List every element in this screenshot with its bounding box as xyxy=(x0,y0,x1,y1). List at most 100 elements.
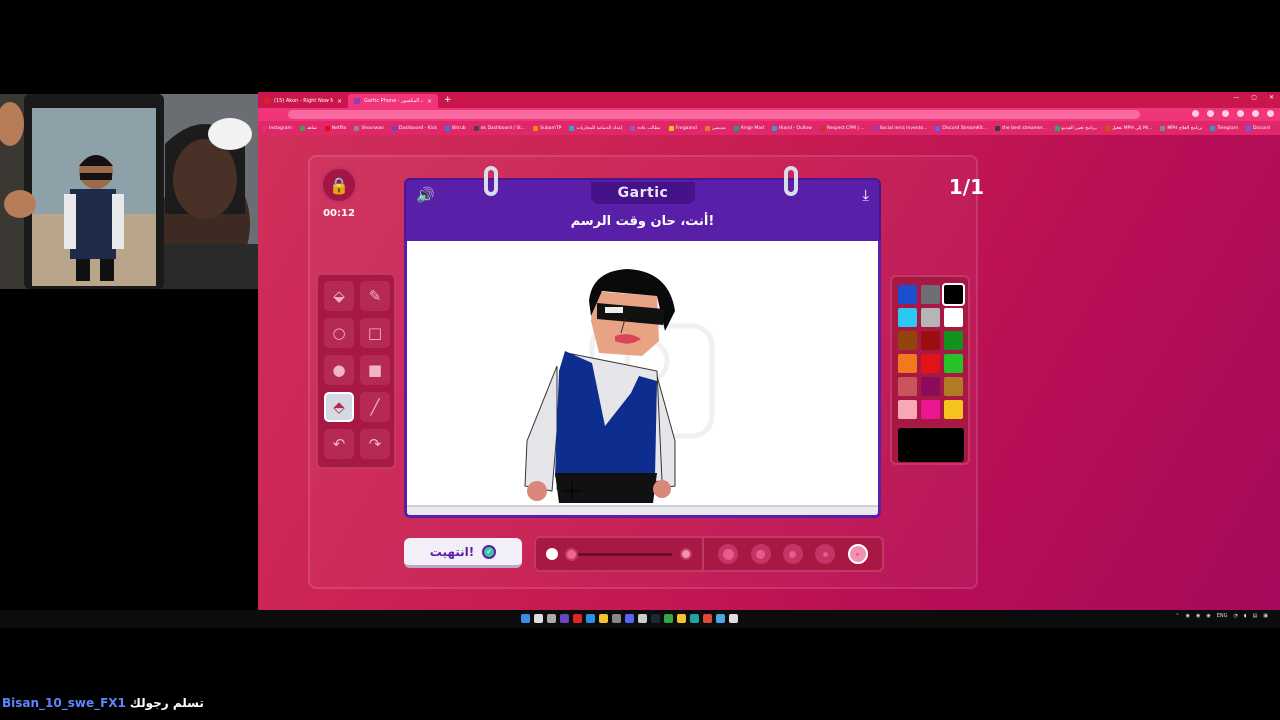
tool-rect-outline[interactable]: □ xyxy=(360,318,390,348)
task-view-icon[interactable] xyxy=(547,614,556,623)
slider-handle[interactable] xyxy=(565,547,579,561)
brush-size-option[interactable] xyxy=(750,544,771,564)
bookmark-item[interactable]: Arrge Mad xyxy=(732,125,766,131)
bookmark-item[interactable]: ok Dashboard / St... xyxy=(472,125,528,131)
close-icon[interactable]: × xyxy=(427,98,432,105)
color-swatch[interactable] xyxy=(943,354,963,373)
search-icon[interactable] xyxy=(534,614,543,623)
bookmark-item[interactable]: Shoorwan xyxy=(352,125,385,131)
tool-eraser[interactable]: ⬙ xyxy=(324,281,354,311)
speaker-icon[interactable]: 🔊 xyxy=(416,186,435,204)
bookmark-item[interactable]: Bitrub xyxy=(443,125,468,131)
extension-icon[interactable] xyxy=(1192,110,1199,117)
app-icon[interactable] xyxy=(573,614,582,623)
tool-undo[interactable]: ↶ xyxy=(324,429,354,459)
app-icon[interactable] xyxy=(716,614,725,623)
color-swatch[interactable] xyxy=(897,400,917,419)
color-swatch[interactable] xyxy=(920,308,940,327)
steam-icon[interactable] xyxy=(651,614,660,623)
opacity-slider[interactable] xyxy=(536,538,704,570)
bookmark-item[interactable]: شاهد xyxy=(298,125,319,131)
tray-icon[interactable]: ◉ xyxy=(1186,613,1190,619)
bookmark-item[interactable]: MPH برنامج العلاج xyxy=(1158,125,1204,131)
close-window-icon[interactable]: ✕ xyxy=(1269,94,1274,101)
color-swatch[interactable] xyxy=(941,283,965,306)
color-swatch[interactable] xyxy=(897,331,917,350)
slider-track[interactable] xyxy=(565,547,672,561)
discord-icon[interactable] xyxy=(625,614,634,623)
app-icon[interactable] xyxy=(729,614,738,623)
color-swatch[interactable] xyxy=(920,285,940,304)
color-swatch[interactable] xyxy=(897,354,917,373)
color-swatch[interactable] xyxy=(897,377,917,396)
bookmark-item[interactable]: Instagram xyxy=(260,125,294,131)
bookmark-item[interactable]: Telegram xyxy=(1208,125,1240,131)
bookmark-item[interactable]: تفعيل MPH إلى Mi... xyxy=(1103,125,1155,131)
color-swatch[interactable] xyxy=(897,308,917,327)
start-icon[interactable] xyxy=(521,614,530,623)
tab-music[interactable]: (15) Akon - Right Now Na Na Na × xyxy=(258,94,348,108)
bookmark-item[interactable]: مطالب عادة xyxy=(628,125,662,131)
clock[interactable]: ▤ xyxy=(1253,613,1258,619)
app-icon[interactable] xyxy=(612,614,621,623)
bookmark-item[interactable]: Dashboard - Kick xyxy=(390,125,439,131)
url-input[interactable] xyxy=(288,110,1140,119)
tray-icon[interactable]: ⌃ xyxy=(1175,613,1179,619)
brush-size-option[interactable] xyxy=(718,544,739,564)
tray-icon[interactable]: ◉ xyxy=(1196,613,1200,619)
tool-pencil[interactable]: ✎ xyxy=(360,281,390,311)
extension-icon[interactable] xyxy=(1237,110,1244,117)
color-swatch[interactable] xyxy=(897,285,917,304)
profile-avatar[interactable] xyxy=(1267,110,1274,117)
extension-icon[interactable] xyxy=(1252,110,1259,117)
tab-gartic[interactable]: Gartic Phone - لعبة الهاتف المكسور × xyxy=(348,94,438,108)
color-swatch[interactable] xyxy=(943,377,963,396)
color-swatch[interactable] xyxy=(943,308,963,327)
app-icon[interactable] xyxy=(560,614,569,623)
new-tab-button[interactable]: + xyxy=(438,95,458,105)
volume-icon[interactable]: ◖ xyxy=(1244,613,1247,619)
color-swatch[interactable] xyxy=(943,400,963,419)
tool-ellipse-outline[interactable]: ○ xyxy=(324,318,354,348)
color-swatch[interactable] xyxy=(920,400,940,419)
bookmark-item[interactable]: SubamTP xyxy=(531,125,563,131)
tool-ellipse-fill[interactable]: ● xyxy=(324,355,354,385)
language-indicator[interactable]: ENG xyxy=(1217,613,1228,619)
color-swatch[interactable] xyxy=(920,354,940,373)
color-swatch[interactable] xyxy=(920,331,940,350)
lock-icon[interactable]: 🔒 xyxy=(320,166,358,204)
edge-icon[interactable] xyxy=(690,614,699,623)
download-icon[interactable]: ⤓ xyxy=(862,186,869,204)
color-swatch[interactable] xyxy=(943,331,963,350)
bookmark-item[interactable]: إعداد الدسامة للمحاربات xyxy=(567,125,624,131)
bookmark-item[interactable]: برنامج تغيير الفيديو xyxy=(1053,125,1099,131)
folder-icon[interactable] xyxy=(599,614,608,623)
done-button[interactable]: انتهيت! ✓ xyxy=(404,538,522,568)
extension-icon[interactable] xyxy=(1222,110,1229,117)
bookmark-item[interactable]: Discord StreamKit... xyxy=(933,125,989,131)
bookmark-item[interactable]: the best streamer... xyxy=(993,125,1048,131)
tray-icon[interactable]: ◉ xyxy=(1206,613,1210,619)
tool-rect-fill[interactable]: ■ xyxy=(360,355,390,385)
close-icon[interactable]: × xyxy=(337,98,342,105)
bookmark-item[interactable]: Social ierra Invento... xyxy=(871,125,930,131)
bookmark-item[interactable]: Netflix xyxy=(323,125,349,131)
minimize-icon[interactable]: — xyxy=(1233,94,1239,101)
maximize-icon[interactable]: ▢ xyxy=(1251,94,1257,101)
bookmark-item[interactable]: Discord xyxy=(1244,125,1272,131)
brush-size-option[interactable] xyxy=(815,544,836,564)
tool-redo[interactable]: ↷ xyxy=(360,429,390,459)
brush-size-option[interactable] xyxy=(847,544,868,564)
drawing-canvas[interactable] xyxy=(404,241,881,518)
folder-icon[interactable] xyxy=(677,614,686,623)
bookmark-item[interactable]: Respect CPM | ... xyxy=(818,125,867,131)
tool-fill-bucket[interactable]: ⬘ xyxy=(324,392,354,422)
app-icon[interactable] xyxy=(664,614,673,623)
bookmark-item[interactable]: مديسي xyxy=(703,125,728,131)
notification-icon[interactable]: ▣ xyxy=(1263,613,1268,619)
extension-icon[interactable] xyxy=(1207,110,1214,117)
vscode-icon[interactable] xyxy=(586,614,595,623)
bookmark-item[interactable]: Hiand - Oullow xyxy=(770,125,814,131)
tool-line[interactable]: ╱ xyxy=(360,392,390,422)
color-swatch[interactable] xyxy=(920,377,940,396)
